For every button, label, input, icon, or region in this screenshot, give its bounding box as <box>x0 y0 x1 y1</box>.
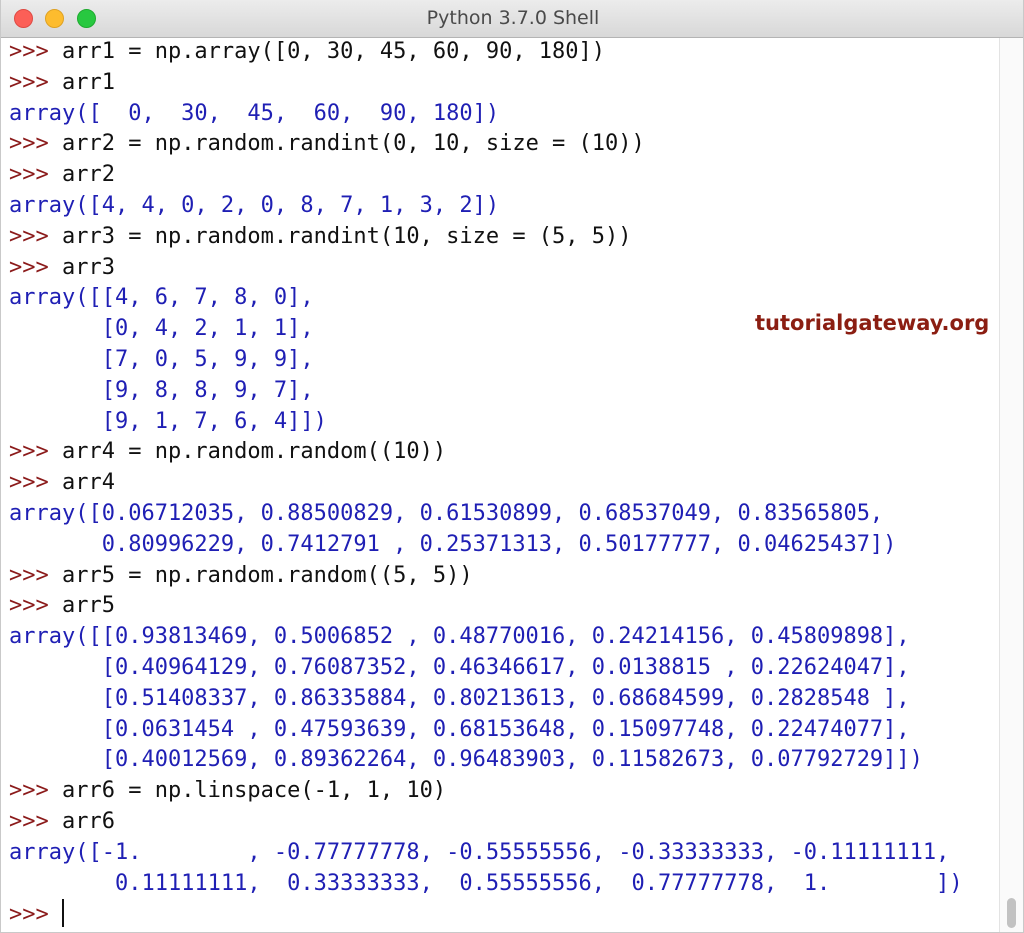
output-line: [0.40964129, 0.76087352, 0.46346617, 0.0… <box>9 653 994 684</box>
command-text: arr3 <box>61 254 115 280</box>
output-text: array([ 0, 30, 45, 60, 90, 180]) <box>9 100 500 126</box>
watermark-text: tutorialgateway.org <box>755 311 990 335</box>
output-line: array([4, 4, 0, 2, 0, 8, 7, 1, 3, 2]) <box>9 191 994 222</box>
output-line: array([-1. , -0.77777778, -0.55555556, -… <box>9 838 994 869</box>
python-shell-window: Python 3.7.0 Shell >>> arr1 = np.array([… <box>0 0 1024 933</box>
input-line: >>> arr3 = np.random.randint(10, size = … <box>9 222 994 253</box>
output-text: 0.11111111, 0.33333333, 0.55555556, 0.77… <box>9 870 963 896</box>
output-text: array([-1. , -0.77777778, -0.55555556, -… <box>9 839 950 865</box>
text-cursor <box>61 899 64 928</box>
output-line: array([0.06712035, 0.88500829, 0.6153089… <box>9 499 994 530</box>
output-text: 0.80996229, 0.7412791 , 0.25371313, 0.50… <box>9 531 897 557</box>
window-title: Python 3.7.0 Shell <box>426 7 600 29</box>
output-text: [0.40012569, 0.89362264, 0.96483903, 0.1… <box>9 747 923 773</box>
scrollbar-thumb[interactable] <box>1007 898 1016 928</box>
prompt-marker: >>> <box>9 131 62 157</box>
output-text: [0.0631454 , 0.47593639, 0.68153648, 0.1… <box>9 716 910 742</box>
input-line: >>> arr6 = np.linspace(-1, 1, 10) <box>9 776 994 807</box>
prompt-marker: >>> <box>9 39 62 64</box>
prompt-marker: >>> <box>9 69 62 95</box>
input-line: >>> arr5 <box>9 591 994 622</box>
output-text: array([[4, 6, 7, 8, 0], <box>9 285 314 311</box>
input-line: >>> arr1 = np.array([0, 30, 45, 60, 90, … <box>9 37 994 68</box>
vertical-scrollbar[interactable] <box>999 38 1023 932</box>
command-text: arr1 = np.array([0, 30, 45, 60, 90, 180]… <box>61 39 606 64</box>
prompt-marker: >>> <box>9 562 62 588</box>
output-text: [7, 0, 5, 9, 9], <box>9 346 314 372</box>
output-line: [0.51408337, 0.86335884, 0.80213613, 0.6… <box>9 684 994 715</box>
prompt-marker: >>> <box>9 254 62 280</box>
output-text: [9, 8, 8, 9, 7], <box>9 377 314 403</box>
command-text: arr3 = np.random.randint(10, size = (5, … <box>61 223 632 249</box>
output-text: array([4, 4, 0, 2, 0, 8, 7, 1, 3, 2]) <box>9 192 500 218</box>
prompt-marker: >>> <box>9 902 62 928</box>
command-text: arr1 <box>61 69 115 95</box>
prompt-marker: >>> <box>9 439 62 465</box>
command-text: arr6 = np.linspace(-1, 1, 10) <box>61 778 447 804</box>
output-line: array([ 0, 30, 45, 60, 90, 180]) <box>9 99 994 130</box>
prompt-marker: >>> <box>9 778 62 804</box>
output-text: array([0.06712035, 0.88500829, 0.6153089… <box>9 500 884 526</box>
command-text: arr2 <box>61 162 115 188</box>
prompt-marker: >>> <box>9 223 62 249</box>
output-line: 0.11111111, 0.33333333, 0.55555556, 0.77… <box>9 869 994 900</box>
command-text: arr4 = np.random.random((10)) <box>61 439 447 465</box>
output-line: [0.40012569, 0.89362264, 0.96483903, 0.1… <box>9 745 994 776</box>
prompt-marker: >>> <box>9 808 62 834</box>
output-text: [0.51408337, 0.86335884, 0.80213613, 0.6… <box>9 685 910 711</box>
prompt-marker: >>> <box>9 162 62 188</box>
input-line: >>> arr6 <box>9 807 994 838</box>
prompt-marker: >>> <box>9 470 62 496</box>
output-text: [0.40964129, 0.76087352, 0.46346617, 0.0… <box>9 654 910 680</box>
output-line: [7, 0, 5, 9, 9], <box>9 345 994 376</box>
command-text: arr2 = np.random.randint(0, 10, size = (… <box>61 131 645 157</box>
command-text: arr4 <box>61 470 115 496</box>
input-line: >>> arr3 <box>9 253 994 284</box>
active-prompt-line: >>> <box>9 899 994 930</box>
output-text: [9, 1, 7, 6, 4]]) <box>9 408 327 434</box>
output-text: [0, 4, 2, 1, 1], <box>9 316 314 342</box>
output-line: 0.80996229, 0.7412791 , 0.25371313, 0.50… <box>9 530 994 561</box>
command-text: arr6 <box>61 808 115 834</box>
command-text: arr5 = np.random.random((5, 5)) <box>61 562 473 588</box>
output-line: array([[4, 6, 7, 8, 0], <box>9 283 994 314</box>
output-line: array([[0.93813469, 0.5006852 , 0.487700… <box>9 622 994 653</box>
shell-console[interactable]: >>> arr1 = np.array([0, 30, 45, 60, 90, … <box>9 37 994 930</box>
output-line: [0.0631454 , 0.47593639, 0.68153648, 0.1… <box>9 715 994 746</box>
command-text: arr5 <box>61 593 115 619</box>
input-line: >>> arr5 = np.random.random((5, 5)) <box>9 561 994 592</box>
output-text: array([[0.93813469, 0.5006852 , 0.487700… <box>9 624 910 650</box>
input-line: >>> arr2 <box>9 160 994 191</box>
output-line: [9, 1, 7, 6, 4]]) <box>9 407 994 438</box>
input-line: >>> arr2 = np.random.randint(0, 10, size… <box>9 129 994 160</box>
title-bar[interactable]: Python 3.7.0 Shell <box>1 0 1023 38</box>
input-line: >>> arr4 <box>9 468 994 499</box>
input-line: >>> arr4 = np.random.random((10)) <box>9 437 994 468</box>
prompt-marker: >>> <box>9 593 62 619</box>
input-line: >>> arr1 <box>9 68 994 99</box>
output-line: [9, 8, 8, 9, 7], <box>9 376 994 407</box>
